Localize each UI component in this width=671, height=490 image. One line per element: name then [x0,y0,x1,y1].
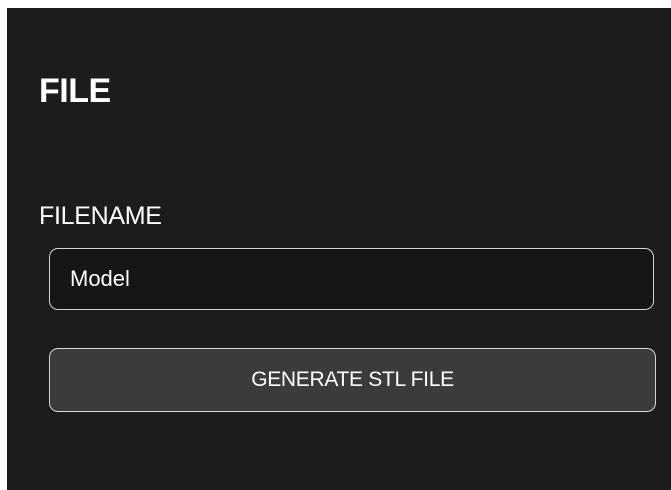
generate-stl-button[interactable]: GENERATE STL FILE [49,348,656,412]
file-panel: FILE FILENAME GENERATE STL FILE [7,8,671,490]
filename-label: FILENAME [39,202,162,230]
filename-input[interactable] [49,248,654,310]
section-title: FILE [39,72,111,110]
